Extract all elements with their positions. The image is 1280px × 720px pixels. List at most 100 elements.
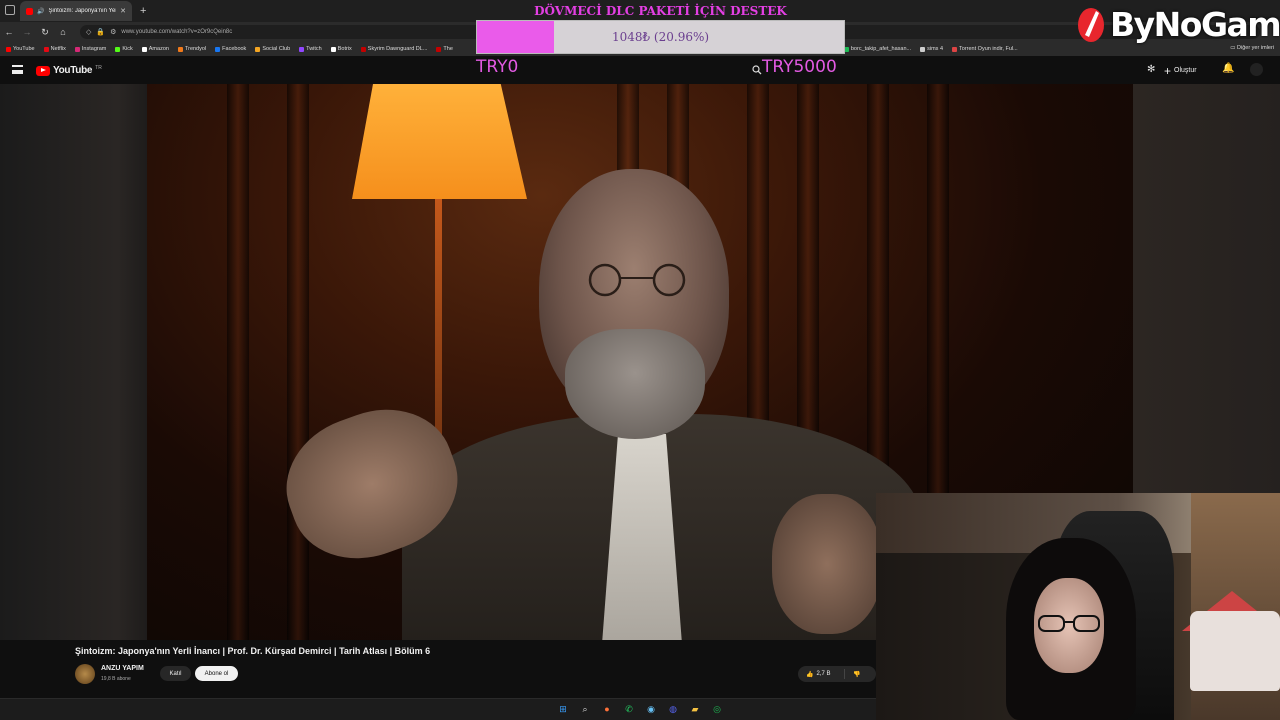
menu-icon[interactable] bbox=[12, 65, 23, 74]
webcam-glasses bbox=[1038, 615, 1100, 632]
whatsapp-icon[interactable]: ✆ bbox=[622, 702, 636, 716]
bookmark-favicon-icon bbox=[330, 46, 336, 52]
browser-tab-active[interactable]: 🔊 Şintoizm: Japonya'nın Yerli İ ✕ bbox=[20, 1, 132, 21]
tab-title: Şintoizm: Japonya'nın Yerli İ bbox=[48, 8, 117, 14]
curtain-fold bbox=[287, 84, 309, 640]
other-bookmarks-label: Diğer yer imleri bbox=[1237, 45, 1274, 51]
tab-grid-icon[interactable] bbox=[5, 5, 15, 15]
bookmark-item[interactable]: Amazon bbox=[141, 46, 169, 52]
home-button[interactable]: ⌂ bbox=[54, 27, 72, 37]
windows-start-icon[interactable]: ⊞ bbox=[556, 702, 570, 716]
bookmark-item[interactable]: Instagram bbox=[74, 46, 106, 52]
bookmark-favicon-icon bbox=[255, 46, 261, 52]
steam-icon[interactable]: ◉ bbox=[644, 702, 658, 716]
bookmark-favicon-icon bbox=[6, 46, 11, 52]
speaker-right-hand bbox=[772, 494, 882, 634]
youtube-region: TR bbox=[95, 64, 102, 71]
bookmark-item[interactable]: Botrix bbox=[330, 46, 352, 52]
webcam-pet-house bbox=[1190, 611, 1280, 691]
like-count: 2,7 B bbox=[816, 671, 831, 677]
bookmark-item[interactable]: The bbox=[436, 46, 453, 52]
bookmark-label: borc_takip_afet_hasan... bbox=[850, 46, 912, 52]
bookmark-favicon-icon bbox=[43, 46, 49, 52]
donation-progress-bar: 1048₺ (20.96%) bbox=[476, 20, 845, 54]
bookmark-item[interactable]: Torrent Oyun indir, Ful... bbox=[952, 46, 1018, 52]
bookmark-label: Torrent Oyun indir, Ful... bbox=[959, 46, 1018, 52]
bookmark-item[interactable]: Kick bbox=[115, 46, 133, 52]
bookmark-item[interactable]: Twitch bbox=[299, 46, 322, 52]
bookmark-label: Skyrim Dawnguard DL... bbox=[367, 46, 428, 52]
back-button[interactable]: ← bbox=[0, 27, 18, 37]
plus-icon: + bbox=[1164, 63, 1172, 78]
screen: 🔊 Şintoizm: Japonya'nın Yerli İ ✕ + ← → … bbox=[0, 0, 1280, 720]
thumbs-up-icon: 👍 bbox=[806, 671, 814, 678]
bookmark-item[interactable]: Trendyol bbox=[177, 46, 206, 52]
folder-icon: ▭ bbox=[1230, 45, 1236, 51]
bookmark-label: YouTube bbox=[13, 46, 35, 52]
curtain-fold bbox=[227, 84, 249, 640]
bookmark-item[interactable]: Netflix bbox=[43, 46, 66, 52]
bookmark-label: The bbox=[443, 46, 453, 52]
search-icon[interactable] bbox=[752, 65, 762, 75]
shield-icon[interactable]: ◇ bbox=[86, 28, 91, 36]
subscribe-button[interactable]: Abone ol bbox=[195, 666, 238, 681]
brand-logo: ByNoGame bbox=[1076, 0, 1280, 48]
other-bookmarks[interactable]: ▭ Diğer yer imleri bbox=[1230, 45, 1274, 51]
bookmark-item[interactable]: YouTube bbox=[6, 46, 35, 52]
new-tab-button[interactable]: + bbox=[140, 5, 146, 17]
donation-min-label: TRY0 bbox=[476, 57, 519, 77]
like-button[interactable]: 👍 2,7 B bbox=[798, 669, 845, 679]
bookmark-favicon-icon bbox=[215, 46, 221, 52]
channel-name[interactable]: ANZU YAPIM bbox=[101, 665, 144, 672]
donation-progress-text: 1048₺ (20.96%) bbox=[611, 30, 710, 44]
bookmark-item[interactable]: borc_takip_afet_hasan... bbox=[843, 46, 912, 52]
url-text: www.youtube.com/watch?v=zOr9cQein8c bbox=[121, 29, 233, 35]
thumbs-down-icon: 👎 bbox=[853, 671, 861, 678]
video-backdrop-right bbox=[1133, 84, 1280, 494]
create-button[interactable]: + Oluştur bbox=[1164, 63, 1197, 78]
bookmark-item[interactable]: Social Club bbox=[255, 46, 290, 52]
speaker-glasses bbox=[588, 263, 686, 297]
bookmark-label: Social Club bbox=[262, 46, 291, 52]
speaker-beard bbox=[565, 329, 705, 439]
youtube-logo-text: YouTube bbox=[53, 65, 93, 76]
file-explorer-icon[interactable]: ▰ bbox=[688, 702, 702, 716]
bookmark-favicon-icon bbox=[299, 46, 305, 52]
forward-button[interactable]: → bbox=[18, 27, 36, 37]
subscriber-count: 19,8 B abone bbox=[101, 676, 131, 682]
dislike-button[interactable]: 👎 bbox=[845, 671, 860, 678]
firefox-icon[interactable]: ● bbox=[600, 702, 614, 716]
bookmark-label: Botrix bbox=[337, 46, 352, 52]
site-settings-icon[interactable]: ⚙ bbox=[110, 28, 116, 36]
create-label: Oluştur bbox=[1174, 67, 1197, 74]
donation-title: DÖVMECİ DLC PAKETİ İÇİN DESTEK bbox=[534, 4, 787, 18]
webcam-overlay bbox=[876, 493, 1280, 720]
close-tab-icon[interactable]: ✕ bbox=[120, 7, 126, 15]
bookmark-label: Netflix bbox=[50, 46, 66, 52]
youtube-logo[interactable]: YouTube TR bbox=[36, 65, 102, 76]
bookmark-favicon-icon bbox=[141, 46, 147, 52]
bookmark-item[interactable]: sims 4 bbox=[920, 46, 943, 52]
spotify-icon[interactable]: ◎ bbox=[710, 702, 724, 716]
donation-max-label: TRY5000 bbox=[762, 57, 837, 77]
extension-gear-icon[interactable]: ✻ bbox=[1147, 64, 1155, 75]
bookmark-item[interactable]: Facebook bbox=[215, 46, 246, 52]
speaker-icon[interactable]: 🔊 bbox=[37, 8, 44, 15]
brand-mark-icon bbox=[1078, 8, 1104, 42]
youtube-play-icon bbox=[36, 65, 50, 76]
bookmark-favicon-icon bbox=[360, 46, 366, 52]
bookmark-label: Twitch bbox=[306, 46, 322, 52]
bookmark-item[interactable]: Skyrim Dawnguard DL... bbox=[360, 46, 428, 52]
discord-icon[interactable]: ◍ bbox=[666, 702, 680, 716]
taskbar-icons: ⊞ ⌕ ● ✆ ◉ ◍ ▰ ◎ bbox=[556, 702, 724, 716]
lock-icon[interactable]: 🔒 bbox=[96, 28, 105, 36]
channel-avatar[interactable] bbox=[75, 664, 95, 684]
bookmark-label: Kick bbox=[122, 46, 133, 52]
account-avatar[interactable] bbox=[1250, 63, 1263, 76]
join-button[interactable]: Katıl bbox=[160, 666, 191, 681]
search-icon[interactable]: ⌕ bbox=[578, 702, 592, 716]
windows-taskbar: ⊞ ⌕ ● ✆ ◉ ◍ ▰ ◎ bbox=[0, 698, 876, 720]
notifications-bell-icon[interactable]: 🔔 bbox=[1222, 63, 1234, 74]
reload-button[interactable]: ↻ bbox=[36, 27, 54, 38]
bookmark-favicon-icon bbox=[74, 46, 80, 52]
